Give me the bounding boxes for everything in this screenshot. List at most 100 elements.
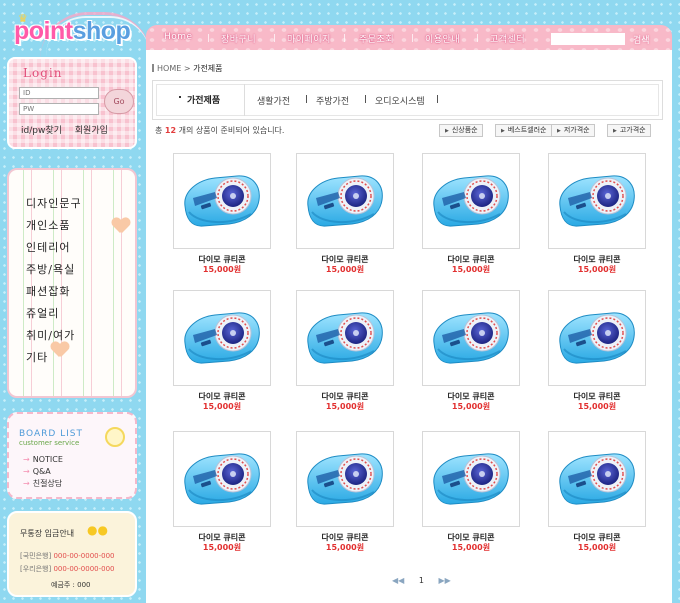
product-card[interactable]: 다이모 큐티콘 15,000원: [296, 153, 394, 274]
menu-separator: [412, 34, 413, 42]
product-card[interactable]: 다이모 큐티콘 15,000원: [173, 153, 271, 274]
product-image[interactable]: [173, 290, 271, 386]
product-image[interactable]: [422, 290, 520, 386]
board-subtitle: customer service: [19, 439, 80, 447]
sort-high-price-button[interactable]: ▶ 고가격순: [607, 124, 651, 137]
product-image[interactable]: [548, 431, 646, 527]
product-card[interactable]: 다이모 큐티콘 15,000원: [548, 153, 646, 274]
triangle-right-icon: ▶: [613, 128, 617, 134]
smiley-icon: [105, 427, 125, 447]
arrow-icon: →: [23, 479, 30, 488]
subcategory-tabs: 가전제품 생활가전 주방가전 오디오시스템: [152, 80, 663, 120]
product-image[interactable]: [296, 290, 394, 386]
category-item[interactable]: 디자인문구: [26, 193, 82, 215]
bank-info-box: 무통장 입금안내 ●● [국민은행] 000-00-0000-000 [우리은행…: [7, 511, 137, 597]
arrow-icon: →: [23, 467, 30, 476]
top-menu: Home 장바구니 마이페이지 주문조회 이용안내 고객센터 검색: [146, 25, 672, 50]
category-item[interactable]: 개인소품: [26, 215, 82, 237]
category-item[interactable]: 쥬얼리: [26, 303, 82, 325]
category-item[interactable]: 기타: [26, 347, 82, 369]
product-price: 15,000원: [325, 543, 365, 552]
password-input[interactable]: [19, 103, 99, 115]
label-maker-icon: [184, 453, 260, 505]
category-menu: 디자인문구 개인소품 인테리어 주방/욕실 패션잡화 쥬얼리 취미/여가 기타: [7, 168, 137, 398]
product-price: 15,000원: [577, 265, 617, 274]
product-image[interactable]: [422, 153, 520, 249]
pagination: ◀◀ 1 ▶▶: [386, 576, 457, 585]
label-maker-icon: [559, 175, 635, 227]
product-image[interactable]: [548, 290, 646, 386]
menu-separator: [274, 34, 275, 42]
product-price: 15,000원: [577, 402, 617, 411]
search-input[interactable]: [551, 33, 625, 45]
product-image[interactable]: [422, 431, 520, 527]
label-maker-icon: [307, 453, 383, 505]
shop-logo[interactable]: ♛ pointshop: [12, 10, 152, 52]
tab-audio[interactable]: 오디오시스템: [375, 94, 425, 107]
category-item[interactable]: 주방/욕실: [26, 259, 82, 281]
product-card[interactable]: 다이모 큐티콘 15,000원: [296, 431, 394, 552]
board-item-notice[interactable]: → NOTICE: [23, 454, 63, 466]
product-image[interactable]: [296, 153, 394, 249]
sort-low-price-button[interactable]: ▶ 저가격순: [551, 124, 595, 137]
product-card[interactable]: 다이모 큐티콘 15,000원: [296, 290, 394, 411]
breadcrumb-home[interactable]: HOME: [157, 64, 181, 73]
label-maker-icon: [184, 312, 260, 364]
label-maker-icon: [433, 312, 509, 364]
product-price: 15,000원: [202, 543, 242, 552]
menu-customer-center[interactable]: 고객센터: [490, 32, 525, 45]
coins-icon: ●●: [87, 523, 108, 537]
account-holder: 예금주 : 000: [51, 581, 91, 589]
product-price: 15,000원: [451, 543, 491, 552]
product-image[interactable]: [173, 153, 271, 249]
product-card[interactable]: 다이모 큐티콘 15,000원: [422, 290, 520, 411]
bank-row: [국민은행] 000-00-0000-000: [20, 552, 115, 560]
page-number[interactable]: 1: [419, 576, 424, 585]
product-count: 총 12 개의 상품이 준비되어 있습니다.: [155, 126, 285, 135]
heart-decoration-icon: [112, 218, 130, 234]
next-page-button[interactable]: ▶▶: [439, 576, 451, 585]
label-maker-icon: [433, 453, 509, 505]
search-button[interactable]: 검색: [633, 33, 650, 46]
product-card[interactable]: 다이모 큐티콘 15,000원: [173, 290, 271, 411]
label-maker-icon: [559, 453, 635, 505]
menu-guide[interactable]: 이용안내: [425, 32, 460, 45]
category-item[interactable]: 패션잡화: [26, 281, 82, 303]
product-image[interactable]: [296, 431, 394, 527]
bank-row: [우리은행] 000-00-0000-000: [20, 565, 115, 573]
id-input[interactable]: [19, 87, 99, 99]
tab-active[interactable]: 가전제품: [187, 93, 220, 106]
menu-cart[interactable]: 장바구니: [221, 32, 256, 45]
board-item-qna[interactable]: → Q&A: [23, 466, 63, 478]
main-content: HOME > 가전제품 가전제품 생활가전 주방가전 오디오시스템 총 12 개…: [146, 50, 672, 603]
category-item[interactable]: 취미/여가: [26, 325, 82, 347]
product-price: 15,000원: [325, 402, 365, 411]
product-card[interactable]: 다이모 큐티콘 15,000원: [548, 290, 646, 411]
tab-living[interactable]: 생활가전: [257, 94, 290, 107]
menu-separator: [344, 34, 345, 42]
menu-home[interactable]: Home: [164, 32, 193, 42]
menu-order-check[interactable]: 주문조회: [359, 32, 394, 45]
prev-page-button[interactable]: ◀◀: [392, 576, 404, 585]
product-price: 15,000원: [451, 402, 491, 411]
sort-new-button[interactable]: ▶ 신상품순: [439, 124, 483, 137]
product-image[interactable]: [173, 431, 271, 527]
login-go-button[interactable]: Go: [104, 89, 134, 114]
product-card[interactable]: 다이모 큐티콘 15,000원: [422, 431, 520, 552]
find-id-pw-link[interactable]: id/pw찾기: [21, 126, 62, 136]
product-card[interactable]: 다이모 큐티콘 15,000원: [422, 153, 520, 274]
category-item[interactable]: 인테리어: [26, 237, 82, 259]
product-card[interactable]: 다이모 큐티콘 15,000원: [548, 431, 646, 552]
tab-kitchen[interactable]: 주방가전: [316, 94, 349, 107]
logo-text: pointshop: [14, 17, 131, 45]
menu-separator: [208, 34, 209, 42]
join-link[interactable]: 회원가입: [75, 126, 108, 136]
product-image[interactable]: [548, 153, 646, 249]
board-item-consult[interactable]: → 친절상담: [23, 478, 63, 490]
product-price: 15,000원: [325, 265, 365, 274]
menu-mypage[interactable]: 마이페이지: [287, 32, 331, 45]
label-maker-icon: [307, 312, 383, 364]
product-card[interactable]: 다이모 큐티콘 15,000원: [173, 431, 271, 552]
sort-best-button[interactable]: ▶ 베스트셀러순: [495, 124, 552, 137]
board-list-box: BOARD LIST customer service → NOTICE → Q&A…: [7, 412, 137, 499]
